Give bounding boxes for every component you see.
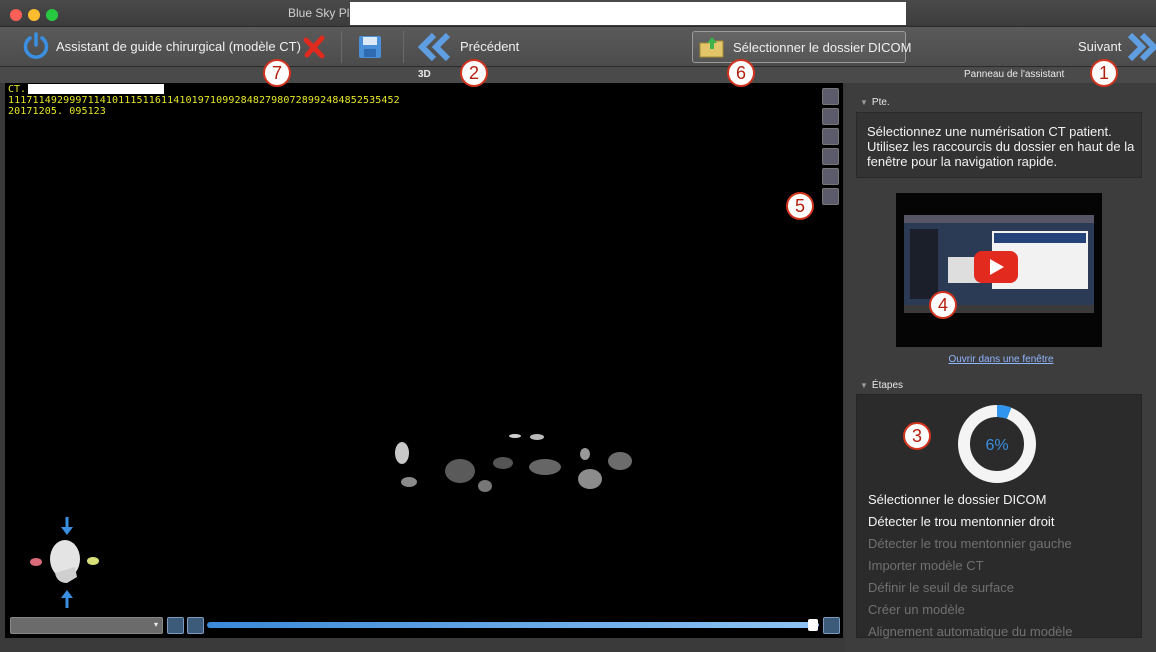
slice-slider-thumb[interactable]: [807, 619, 818, 631]
callout-1: 1: [1090, 59, 1118, 87]
steps-section-header[interactable]: ▼ Étapes: [860, 380, 903, 391]
tab-3d[interactable]: 3D: [418, 69, 431, 80]
callout-2: 2: [460, 59, 488, 87]
step-item: Sélectionner le dossier DICOM: [868, 492, 1047, 507]
minimize-window-button[interactable]: [28, 9, 40, 21]
step-item: Détecter le trou mentonnier droit: [868, 514, 1055, 529]
tip-section-label: Pte.: [871, 97, 890, 108]
tutorial-video[interactable]: [896, 193, 1102, 347]
tip-section-header[interactable]: ▼ Pte.: [860, 97, 890, 108]
view-preset-select[interactable]: ▾: [10, 617, 163, 634]
toolbar-separator: [403, 31, 404, 63]
step-item: Définir le seuil de surface: [868, 580, 1014, 595]
power-icon[interactable]: [21, 31, 51, 61]
step-item: Détecter le trou mentonnier gauche: [868, 536, 1072, 551]
save-icon[interactable]: [357, 34, 383, 60]
callout-5: 5: [786, 192, 814, 220]
tip-text: Sélectionnez une numérisation CT patient…: [867, 124, 1135, 169]
tip-box: Sélectionnez une numérisation CT patient…: [856, 112, 1142, 178]
progress-percent: 6%: [985, 437, 1008, 454]
viewport-toolbar: [822, 88, 839, 208]
steps-section-label: Étapes: [871, 380, 904, 391]
wizard-title: Assistant de guide chirurgical (modèle C…: [56, 39, 301, 54]
dropdown-arrow-icon: ▾: [153, 620, 158, 629]
ct-prefix: CT.: [8, 84, 27, 95]
annotation-tool-icon[interactable]: [822, 128, 839, 145]
orientation-head-icon[interactable]: [27, 515, 107, 610]
collapse-triangle-icon: ▼: [860, 381, 868, 390]
cancel-wizard-button[interactable]: [302, 34, 328, 60]
wizard-panel: ▼ Pte. Sélectionnez une numérisation CT p…: [846, 83, 1156, 652]
close-window-button[interactable]: [10, 9, 22, 21]
next-button[interactable]: Suivant: [1078, 39, 1121, 54]
step-item: Importer modèle CT: [868, 558, 984, 573]
toolbar-separator: [341, 31, 342, 63]
next-chevron-icon[interactable]: [1124, 32, 1156, 62]
model-view-icon[interactable]: [822, 188, 839, 205]
3d-viewport[interactable]: CT. 111711492999711410111511611410197109…: [5, 83, 843, 638]
reset-view-button[interactable]: [167, 617, 184, 634]
callout-4: 4: [929, 291, 957, 319]
previous-button[interactable]: Précédent: [460, 39, 519, 54]
callout-7: 7: [263, 59, 291, 87]
step-item: Alignement automatique du modèle: [868, 624, 1073, 639]
toolbar: Assistant de guide chirurgical (modèle C…: [0, 27, 1156, 67]
callout-3: 3: [903, 422, 931, 450]
open-in-window-link[interactable]: Ouvrir dans une fenêtre: [846, 354, 1156, 365]
grid-tool-icon[interactable]: [822, 148, 839, 165]
ct-id: 1117114929997114101115116114101971099284…: [8, 95, 400, 106]
select-dicom-button[interactable]: Sélectionner le dossier DICOM: [692, 31, 911, 63]
skull-view-icon[interactable]: [822, 108, 839, 125]
view-tab-bar: 3D: [0, 67, 846, 83]
ct-bone-render: [395, 434, 632, 492]
slider-previous-button[interactable]: [187, 617, 204, 634]
step-item: Créer un modèle: [868, 602, 965, 617]
tab-wizard-panel[interactable]: Panneau de l'assistant: [964, 69, 1064, 80]
title-bar: Blue Sky Plan -: [0, 0, 1156, 27]
callout-6: 6: [727, 59, 755, 87]
collapse-triangle-icon: ▼: [860, 98, 868, 107]
previous-chevron-icon[interactable]: [416, 32, 454, 62]
crosshair-tool-icon[interactable]: [822, 88, 839, 105]
progress-ring: 6%: [958, 405, 1036, 483]
measure-tool-icon[interactable]: [822, 168, 839, 185]
slider-next-button[interactable]: [823, 617, 840, 634]
slice-slider-track[interactable]: [207, 622, 819, 628]
steps-box: 6% Sélectionner le dossier DICOM Détecter…: [856, 394, 1142, 639]
select-dicom-label: Sélectionner le dossier DICOM: [733, 40, 912, 55]
zoom-window-button[interactable]: [46, 9, 58, 21]
folder-upload-icon: [699, 37, 724, 58]
ct-date: 20171205. 095123: [8, 106, 106, 117]
ct-name-redaction: [28, 84, 164, 94]
title-redaction: [350, 2, 906, 25]
